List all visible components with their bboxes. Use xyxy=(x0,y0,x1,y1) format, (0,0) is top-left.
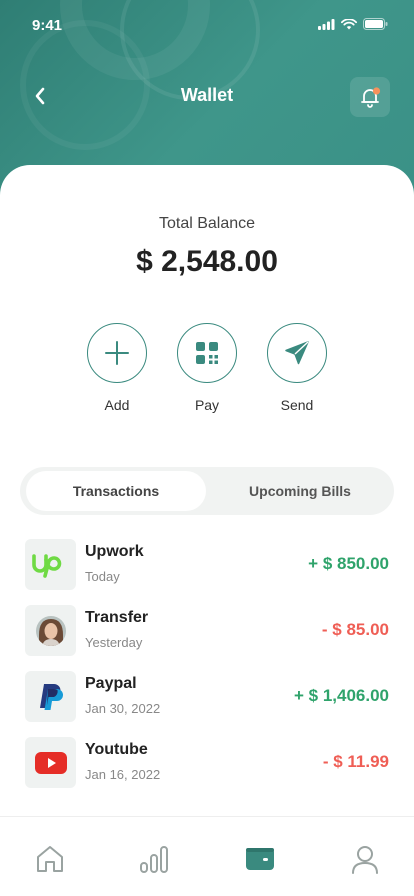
transaction-date: Yesterday xyxy=(85,635,143,650)
wallet-card: Total Balance $ 2,548.00 Add Pay Send Tr… xyxy=(0,165,414,896)
transaction-date: Today xyxy=(85,569,120,584)
transaction-name: Upwork xyxy=(85,543,144,560)
qr-code-icon xyxy=(196,342,218,364)
battery-icon xyxy=(363,18,388,30)
wifi-icon xyxy=(341,18,357,29)
transaction-date: Jan 30, 2022 xyxy=(85,701,161,716)
transaction-name: Transfer xyxy=(85,609,149,626)
transaction-amount: + $ 850.00 xyxy=(308,554,389,573)
nav-home[interactable] xyxy=(30,839,70,879)
transaction-row-youtube[interactable]: Youtube Jan 16, 2022 - $ 11.99 xyxy=(0,733,414,793)
transaction-date: Jan 16, 2022 xyxy=(85,767,161,782)
notification-dot xyxy=(372,87,381,95)
pay-action[interactable]: Pay xyxy=(167,323,247,413)
transaction-name: Paypal xyxy=(85,675,137,692)
status-time: 9:41 xyxy=(32,17,63,34)
pay-button[interactable] xyxy=(177,323,237,383)
transaction-name: Youtube xyxy=(85,741,148,758)
status-bar: 9:41 xyxy=(0,0,414,50)
bar-chart-icon xyxy=(140,846,168,873)
notifications-button[interactable] xyxy=(350,77,390,117)
add-action[interactable]: Add xyxy=(77,323,157,413)
tabs: Transactions Upcoming Bills xyxy=(20,467,394,515)
send-icon xyxy=(285,341,309,365)
youtube-logo-icon xyxy=(25,737,76,788)
bell-icon xyxy=(361,87,381,108)
upwork-logo-icon xyxy=(25,539,76,590)
tab-upcoming-bills[interactable]: Upcoming Bills xyxy=(210,471,390,511)
nav-stats[interactable] xyxy=(134,839,174,879)
transaction-row-transfer[interactable]: Transfer Yesterday - $ 85.00 xyxy=(0,601,414,661)
send-label: Send xyxy=(280,397,314,413)
add-label: Add xyxy=(104,397,130,413)
user-icon xyxy=(352,846,378,874)
bottom-nav xyxy=(0,816,414,896)
balance-label: Total Balance xyxy=(158,215,256,232)
transaction-row-paypal[interactable]: Paypal Jan 30, 2022 + $ 1,406.00 xyxy=(0,667,414,727)
user-avatar xyxy=(25,605,76,656)
transaction-amount: + $ 1,406.00 xyxy=(293,686,389,705)
send-button[interactable] xyxy=(267,323,327,383)
top-nav: Wallet xyxy=(0,74,414,118)
transaction-row-upwork[interactable]: Upwork Today + $ 850.00 xyxy=(0,535,414,595)
status-icons xyxy=(318,18,388,30)
home-icon xyxy=(37,846,63,872)
signal-icon xyxy=(318,18,335,30)
add-button[interactable] xyxy=(87,323,147,383)
nav-profile[interactable] xyxy=(345,839,385,879)
wallet-icon xyxy=(246,848,274,870)
send-action[interactable]: Send xyxy=(257,323,337,413)
transaction-amount: - $ 11.99 xyxy=(322,752,389,771)
paypal-logo-icon xyxy=(25,671,76,722)
transaction-amount: - $ 85.00 xyxy=(321,620,389,639)
nav-wallet[interactable] xyxy=(240,839,280,879)
balance-value: $ 2,548.00 xyxy=(136,245,278,278)
tab-transactions[interactable]: Transactions xyxy=(26,471,206,511)
plus-icon xyxy=(105,341,129,365)
pay-label: Pay xyxy=(194,397,220,413)
